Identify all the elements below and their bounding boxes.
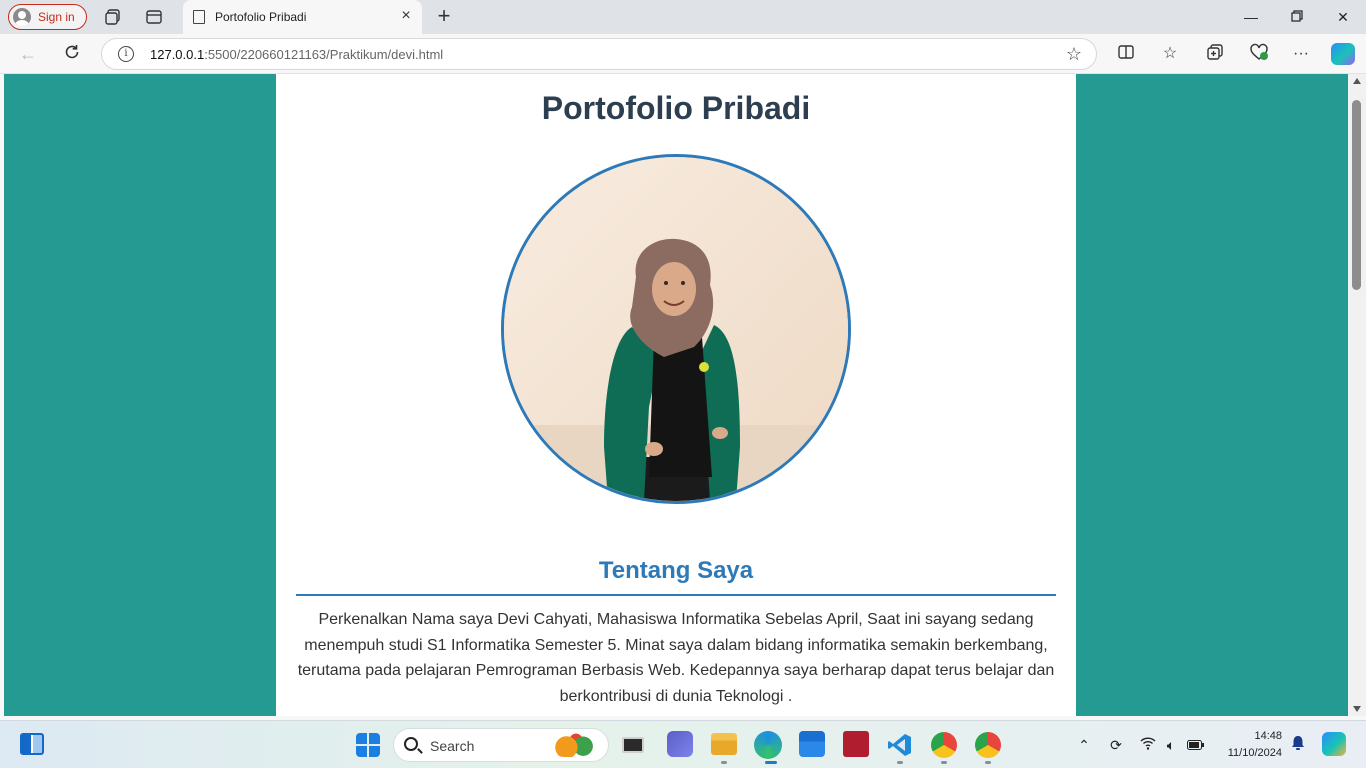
site-info-icon[interactable]: i: [118, 46, 134, 62]
volume-icon[interactable]: 🔈︎: [1161, 735, 1181, 755]
restore-button[interactable]: [1286, 6, 1308, 28]
profile-photo: [501, 154, 851, 504]
settings-more-icon[interactable]: ···: [1290, 43, 1312, 65]
widgets-icon[interactable]: [20, 733, 44, 755]
page-scrollbar[interactable]: [1348, 74, 1366, 716]
split-screen-icon[interactable]: [1115, 43, 1137, 65]
chrome-1-running-indicator: [941, 761, 947, 764]
workspaces-icon[interactable]: [103, 7, 123, 27]
collections-icon[interactable]: [1204, 43, 1226, 65]
chrome-2-running-indicator: [985, 761, 991, 764]
show-hidden-icons-chevron-icon[interactable]: ⌃: [1074, 735, 1094, 755]
taskbar-search[interactable]: Search: [393, 728, 609, 762]
vscode-icon[interactable]: [887, 732, 913, 758]
about-paragraph: Perkenalkan Nama saya Devi Cahyati, Maha…: [297, 611, 1055, 705]
chrome-profile-1-icon[interactable]: [931, 732, 957, 758]
task-view-icon[interactable]: [622, 737, 644, 753]
vscode-running-indicator: [897, 761, 903, 764]
about-divider: [296, 594, 1056, 596]
scroll-thumb[interactable]: [1352, 100, 1361, 290]
edge-browser-icon[interactable]: [754, 731, 782, 759]
tab-portofolio[interactable]: Portofolio Pribadi ×: [183, 0, 422, 34]
tab-close-icon[interactable]: ×: [398, 8, 414, 24]
page-viewport: Portofolio Pribadi Tentang Saya Perkenal…: [4, 74, 1348, 716]
start-button-icon[interactable]: [356, 733, 380, 757]
microsoft-store-icon[interactable]: [799, 731, 825, 757]
browser-toolbar: ← i 127.0.0.1:5500/220660121163/Praktiku…: [0, 34, 1366, 74]
refresh-button[interactable]: [61, 43, 83, 65]
favorite-star-icon[interactable]: ☆: [1066, 44, 1082, 65]
edge-active-indicator: [765, 761, 777, 764]
browser-essentials-icon[interactable]: [1248, 43, 1270, 65]
tab-actions-icon[interactable]: [144, 7, 164, 27]
page-favicon-icon: [193, 10, 205, 24]
url-text: 127.0.0.1:5500/220660121163/Praktikum/de…: [150, 47, 443, 62]
sign-in-button[interactable]: Sign in: [8, 4, 87, 30]
mendeley-icon[interactable]: [843, 731, 869, 757]
profile-avatar-icon: [13, 8, 31, 26]
wifi-icon[interactable]: [1138, 735, 1158, 755]
notification-bell-icon[interactable]: [1288, 735, 1308, 755]
back-button[interactable]: ←: [17, 43, 39, 65]
windows-taskbar: Search ⌃ ⟳ 🔈︎ 14:48 11/10/2024: [0, 720, 1366, 768]
close-window-button[interactable]: ✕: [1332, 6, 1354, 28]
new-tab-button[interactable]: +: [433, 5, 455, 28]
sign-in-label: Sign in: [38, 10, 75, 24]
clock-date[interactable]: 11/10/2024: [1212, 747, 1282, 759]
copilot-taskbar-icon[interactable]: [1322, 732, 1346, 756]
tab-title: Portofolio Pribadi: [215, 10, 307, 24]
chrome-profile-2-icon[interactable]: [975, 732, 1001, 758]
scroll-up-arrow-icon[interactable]: [1353, 78, 1361, 84]
page-title: Portofolio Pribadi: [541, 90, 811, 126]
browser-title-bar: Sign in Portofolio Pribadi × + — ✕: [0, 0, 1366, 34]
file-explorer-icon[interactable]: [711, 733, 737, 755]
search-highlight-image: [552, 733, 600, 757]
about-heading: Tentang Saya: [598, 557, 754, 584]
explorer-running-indicator: [721, 761, 727, 764]
scroll-down-arrow-icon[interactable]: [1353, 706, 1361, 712]
profile-photo-illustration: [504, 157, 848, 501]
address-bar[interactable]: i 127.0.0.1:5500/220660121163/Praktikum/…: [101, 38, 1097, 70]
copilot-icon[interactable]: [1331, 43, 1355, 65]
clock-time[interactable]: 14:48: [1212, 730, 1282, 742]
battery-icon[interactable]: [1186, 735, 1206, 755]
search-label: Search: [430, 738, 475, 754]
teams-icon[interactable]: [667, 731, 693, 757]
sync-icon[interactable]: ⟳: [1106, 735, 1126, 755]
search-icon: [404, 737, 418, 751]
favorites-icon[interactable]: ☆: [1159, 43, 1181, 65]
url-host: 127.0.0.1: [150, 47, 205, 62]
minimize-button[interactable]: —: [1240, 6, 1262, 28]
url-path: :5500/220660121163/Praktikum/devi.html: [204, 47, 444, 62]
content-container: Portofolio Pribadi Tentang Saya Perkenal…: [276, 74, 1076, 716]
